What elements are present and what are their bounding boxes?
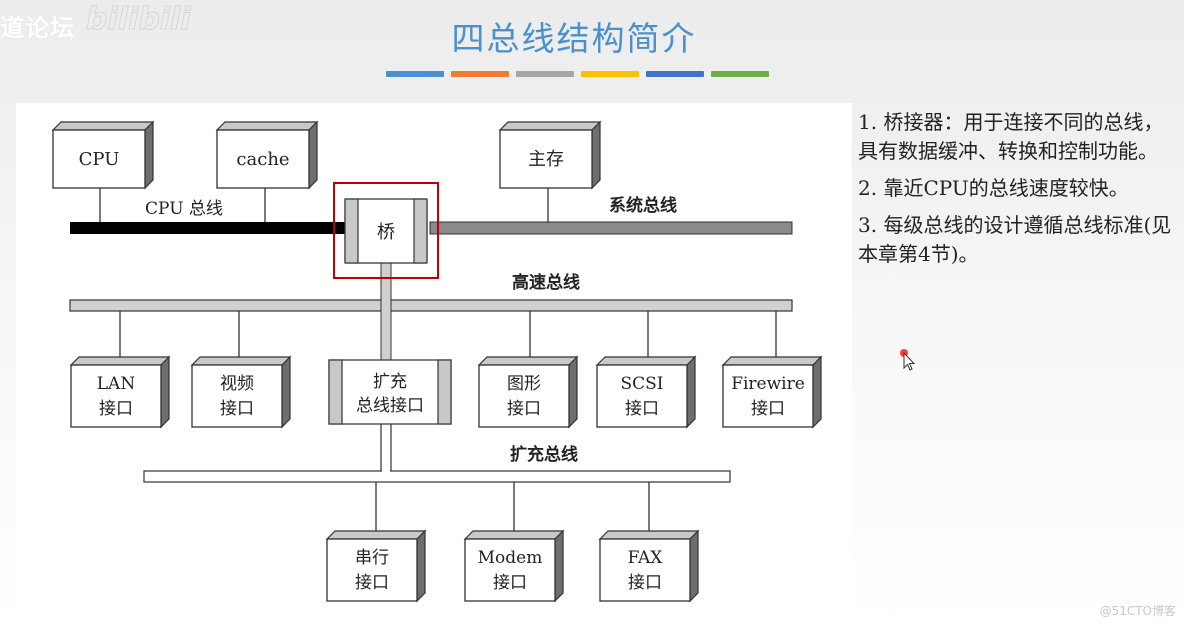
serial-interface-node-label-line2: 接口	[355, 573, 389, 593]
note-1: 1. 桥接器：用于连接不同的总线，具有数据缓冲、转换和控制功能。	[858, 110, 1164, 163]
fax-interface-node-side-face	[689, 529, 699, 603]
graphics-interface-node-side-face	[568, 355, 578, 429]
high-speed-bus-label: 高速总线	[512, 272, 580, 293]
high-speed-bus	[69, 299, 793, 312]
lan-interface-node-label-line1: LAN	[97, 374, 136, 394]
expansion-bus-interface-node: 扩充 总线接口	[328, 359, 452, 425]
title-color-bars	[386, 71, 776, 77]
scsi-interface-node-side-face	[686, 355, 696, 429]
note-2: 2. 靠近CPU的总线速度较快。	[858, 176, 1129, 200]
modem-interface-node-label-line2: 接口	[493, 573, 527, 593]
firewire-interface-node: Firewire 接口	[721, 355, 823, 429]
expansion-interface-line1: 扩充	[373, 372, 407, 392]
serial-interface-node: 串行接口	[325, 529, 427, 603]
cpu-node-top-face	[51, 121, 155, 131]
graphics-interface-node: 图形接口	[477, 355, 579, 429]
cpu-bus	[70, 222, 346, 234]
exp-connector-gap	[382, 469, 390, 473]
modem-interface-node-side-face	[554, 529, 564, 603]
lan-interface-node-top-face	[69, 356, 171, 366]
fax-interface-node: FAX 接口	[598, 529, 700, 603]
main-memory-node-label: 主存	[528, 149, 564, 170]
serial-interface-node-label-line1: 串行	[355, 548, 389, 568]
main-memory-node: 主存	[498, 120, 602, 190]
title-bar-3	[516, 71, 574, 77]
mouse-cursor-icon	[900, 349, 916, 371]
cache-node-top-face	[215, 121, 319, 131]
modem-interface-node: Modem 接口	[463, 529, 565, 603]
graphics-interface-node-top-face	[477, 356, 579, 366]
title-bar-4	[581, 71, 639, 77]
note-3: 3. 每级总线的设计遵循总线标准(见本章第4节)。	[858, 213, 1172, 266]
cache-node: cache	[215, 120, 319, 190]
modem-interface-node-top-face	[463, 530, 565, 540]
bridge-connector-joint	[382, 299, 390, 312]
serial-interface-node-top-face	[325, 530, 427, 540]
notes-panel: 1. 桥接器：用于连接不同的总线，具有数据缓冲、转换和控制功能。 2. 靠近CP…	[858, 108, 1178, 277]
slide-title: 四总线结构简介	[451, 19, 697, 58]
main-memory-node-top-face	[498, 121, 602, 131]
title-bar-6	[711, 71, 769, 77]
fax-interface-node-label-line2: 接口	[628, 573, 662, 593]
bridge-label: 桥	[377, 222, 395, 243]
title-bar-5	[646, 71, 704, 77]
video-interface-node-label-line1: 视频	[220, 374, 254, 394]
bus-diagram-panel: CPU cache 主存 LAN 接口 视频 接口 图形 接口 SCSI 接口 Firewire 接口串…	[16, 103, 852, 611]
title-bar-1	[386, 71, 444, 77]
expansion-bus-label: 扩充总线	[510, 444, 578, 465]
cpu-node-label: CPU	[79, 149, 120, 170]
graphics-interface-node-label-line1: 图形	[507, 374, 541, 394]
main-memory-node-side-face	[591, 120, 601, 190]
system-bus	[429, 221, 793, 235]
video-interface-node-side-face	[281, 355, 291, 429]
graphics-interface-node-label-line2: 接口	[507, 399, 541, 419]
cpu-node-side-face	[144, 120, 154, 190]
bus-diagram: CPU cache 主存LAN接口视频接口图形接口SCSI接口Firewire接口串…	[51, 120, 823, 603]
fax-interface-node-label-line1: FAX	[628, 548, 664, 568]
firewire-interface-node-top-face	[721, 356, 823, 366]
title-bar-2	[451, 71, 509, 77]
video-interface-node-label-line2: 接口	[220, 399, 254, 419]
lan-interface-node: LAN 接口	[69, 355, 171, 429]
serial-interface-node-side-face	[416, 529, 426, 603]
cache-node-label: cache	[236, 149, 289, 170]
lan-interface-node-side-face	[160, 355, 170, 429]
lan-interface-node-label-line2: 接口	[99, 399, 133, 419]
modem-interface-node-label-line1: Modem	[478, 548, 543, 568]
firewire-interface-node-label-line1: Firewire	[731, 374, 805, 394]
scsi-interface-node: SCSI 接口	[595, 355, 697, 429]
scsi-interface-node-label-line1: SCSI	[620, 374, 663, 394]
firewire-interface-node-label-line2: 接口	[751, 399, 785, 419]
cpu-bus-label: CPU 总线	[145, 199, 223, 219]
cpu-node: CPU	[51, 120, 155, 190]
video-interface-node-top-face	[190, 356, 292, 366]
scsi-interface-node-top-face	[595, 356, 697, 366]
system-bus-label: 系统总线	[609, 195, 677, 216]
fax-interface-node-top-face	[598, 530, 700, 540]
video-interface-node: 视频接口	[190, 355, 292, 429]
firewire-interface-node-side-face	[812, 355, 822, 429]
expansion-interface-line2: 总线接口	[356, 396, 424, 416]
watermark-51cto: @51CTO博客	[1099, 604, 1176, 618]
bridge-node: 桥	[344, 198, 428, 264]
scsi-interface-node-label-line2: 接口	[625, 399, 659, 419]
cache-node-side-face	[308, 120, 318, 190]
expansion-bus	[143, 470, 731, 483]
